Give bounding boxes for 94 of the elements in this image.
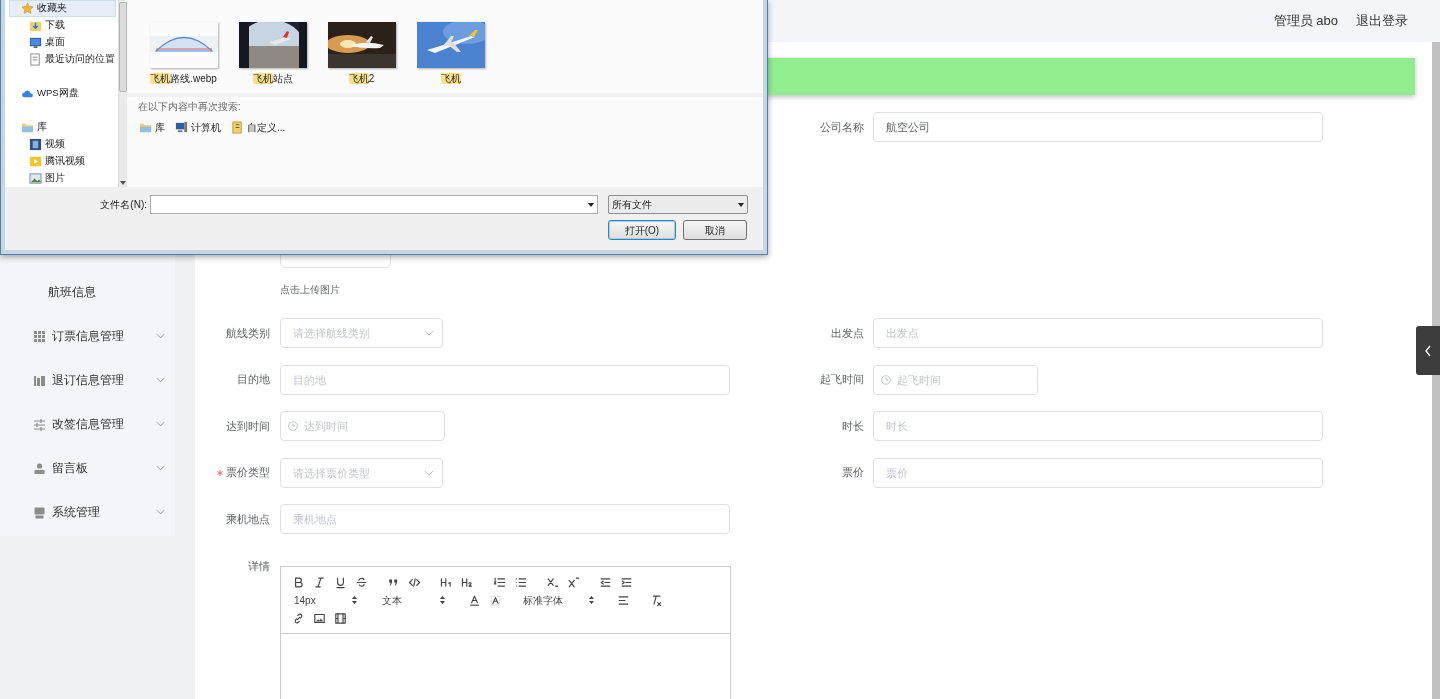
filename-field[interactable] <box>150 195 598 214</box>
dropdown-icon <box>588 202 594 207</box>
ordered-list-icon[interactable] <box>492 575 506 589</box>
highlight-icon[interactable] <box>488 593 502 607</box>
outdent-icon[interactable] <box>598 575 612 589</box>
nav-item[interactable]: 图片 <box>9 170 116 187</box>
folder-icon <box>139 121 152 134</box>
nav-item[interactable]: 库 <box>9 119 116 136</box>
folder-icon <box>29 155 42 168</box>
admin-username: 管理员 abo <box>1273 12 1338 31</box>
sidebar-item[interactable]: 订票信息管理 <box>0 314 175 358</box>
subscript-icon[interactable] <box>545 575 559 589</box>
image-icon <box>29 172 42 185</box>
sliders-icon <box>33 417 46 431</box>
field-label: 公司名称 <box>820 119 864 135</box>
upload-hint: 点击上传图片 <box>280 283 340 294</box>
nav-item[interactable]: 视频 <box>9 136 116 153</box>
nav-item[interactable]: 桌面 <box>9 34 116 51</box>
nav-item[interactable]: 下载 <box>9 17 116 34</box>
image-icon[interactable] <box>312 611 326 625</box>
clock-icon <box>288 421 298 431</box>
scrollbar[interactable] <box>1432 42 1440 699</box>
sidebar-item[interactable]: 留言板 <box>0 446 175 490</box>
nav-item[interactable]: 最近访问的位置 <box>9 51 116 68</box>
field-label: 票价类型 <box>226 465 270 481</box>
font-family-picker[interactable]: 标准字体 <box>518 591 600 609</box>
text-field[interactable]: 票价 <box>873 457 1323 488</box>
field-label: 时长 <box>842 418 864 434</box>
field-label: 详情 <box>248 559 270 572</box>
text-style-picker[interactable]: 文本 <box>377 591 451 609</box>
sort-icon <box>440 596 445 604</box>
monitor-icon <box>33 505 46 519</box>
folder-icon <box>29 19 42 32</box>
star-icon <box>21 2 34 15</box>
underline-icon[interactable] <box>333 575 347 589</box>
field-label: 航线类别 <box>226 325 270 341</box>
file-name[interactable]: 飞机 <box>440 71 461 86</box>
field-label: 乘机地点 <box>226 511 270 527</box>
text-field[interactable]: 航空公司 <box>873 112 1323 142</box>
search-again-label: 在以下内容中再次搜索: <box>138 100 241 114</box>
italic-icon[interactable] <box>312 575 326 589</box>
chevron-left-icon <box>1424 344 1432 357</box>
file-name[interactable]: 飞机站点 <box>252 71 293 86</box>
nav-item[interactable]: 腾讯视频 <box>9 153 116 170</box>
sort-icon <box>589 596 594 604</box>
scrollbar-thumb[interactable] <box>119 2 127 92</box>
scroll-down-icon[interactable] <box>120 181 126 185</box>
code-icon[interactable] <box>407 575 421 589</box>
collapse-tab[interactable] <box>1416 326 1440 375</box>
font-size-picker[interactable]: 14px <box>289 591 363 609</box>
video-icon[interactable] <box>333 611 347 625</box>
superscript-icon[interactable] <box>566 575 580 589</box>
search-location-link[interactable]: 自定义... <box>231 120 286 135</box>
grid-icon <box>33 329 46 343</box>
field-label: 目的地 <box>237 372 270 388</box>
sort-icon <box>352 596 357 604</box>
field-label: 达到时间 <box>226 418 270 434</box>
heading-one-icon[interactable] <box>439 575 453 589</box>
document-icon <box>29 53 42 66</box>
dialog-button[interactable]: 打开(O) <box>608 220 676 240</box>
field-label: 起飞时间 <box>820 372 864 388</box>
monitor-icon <box>29 36 42 49</box>
clock-icon <box>881 374 891 385</box>
bullet-list-icon[interactable] <box>513 575 527 589</box>
film-icon <box>29 138 42 151</box>
sidebar-item[interactable]: 航班信息 <box>48 283 96 301</box>
person-icon <box>33 461 46 475</box>
dropdown-icon <box>738 202 744 207</box>
text-field[interactable]: 时长 <box>873 411 1323 441</box>
folder-icon <box>21 121 34 134</box>
chevron-down-icon <box>424 469 434 476</box>
align-left-icon[interactable] <box>616 593 630 607</box>
field-label: 票价 <box>842 465 864 481</box>
search-location-link[interactable]: 计算机 <box>175 120 221 135</box>
nav-item[interactable]: WPS网盘 <box>9 85 116 102</box>
sidebar-item[interactable]: 系统管理 <box>0 490 175 534</box>
document-icon <box>231 121 244 134</box>
file-name[interactable]: 飞机路线.webp <box>150 71 217 86</box>
file-type-dropdown[interactable]: 所有文件 <box>608 195 748 214</box>
computer-icon <box>175 121 188 134</box>
strikethrough-icon[interactable] <box>354 575 368 589</box>
nav-item[interactable]: 收藏夹 <box>9 0 116 17</box>
chevron-down-icon <box>424 330 434 336</box>
sidebar-item[interactable]: 改签信息管理 <box>0 402 175 446</box>
field-label: 出发点 <box>831 325 864 341</box>
heading-two-icon[interactable] <box>460 575 474 589</box>
logout-link[interactable]: 退出登录 <box>1356 11 1408 31</box>
dialog-button[interactable]: 取消 <box>683 220 747 240</box>
search-location-link[interactable]: 库 <box>139 120 165 135</box>
sidebar-item[interactable]: 退订信息管理 <box>0 358 175 402</box>
indent-icon[interactable] <box>619 575 633 589</box>
bar-chart-icon <box>33 373 46 387</box>
filename-label: 文件名(N): <box>100 198 147 212</box>
text-color-icon[interactable] <box>467 593 481 607</box>
